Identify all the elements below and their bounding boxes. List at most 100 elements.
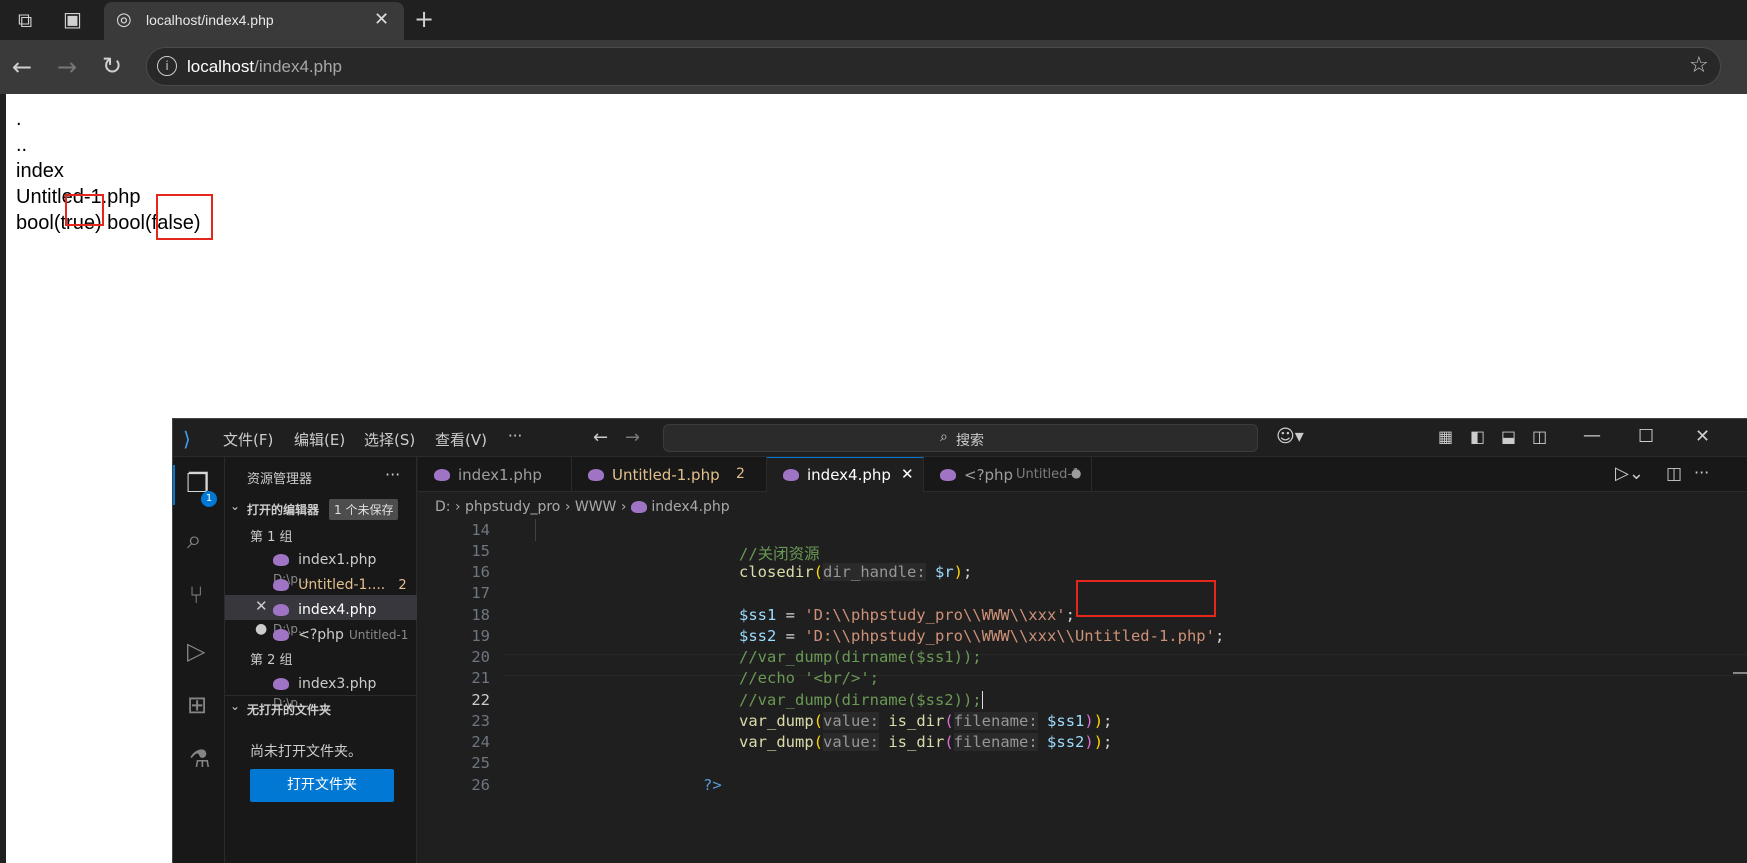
search-label: 搜索 [956, 433, 984, 449]
close-tab-icon[interactable]: ✕ [374, 9, 389, 30]
toggle-panel-icon[interactable]: ⬓ [1501, 427, 1516, 446]
copilot-icon[interactable]: ☺▾ [1276, 426, 1304, 447]
group-label: 第 1 组 [250, 530, 293, 545]
close-window-icon[interactable]: ✕ [1695, 426, 1710, 447]
dir-entry: .. [16, 134, 28, 156]
new-tab-icon[interactable]: + [414, 7, 434, 31]
code-line: var_dump(value: is_dir(filename: $ss1)); [739, 712, 1113, 730]
breadcrumb-item[interactable]: phpstudy_pro [465, 499, 560, 515]
extensions-icon[interactable]: ⊞ [187, 691, 207, 719]
vertical-tabs-icon[interactable]: ▣ [63, 9, 82, 29]
menu-view[interactable]: 查看(V) [435, 429, 487, 450]
no-folder-text: 尚未打开文件夹。 [250, 744, 362, 760]
menu-more[interactable]: ··· [508, 427, 522, 445]
breadcrumb-item[interactable]: WWW [575, 499, 617, 515]
menu-file[interactable]: 文件(F) [223, 429, 273, 450]
vscode-logo-icon: ⟩ [183, 427, 191, 451]
breadcrumb-item[interactable]: D: [435, 499, 451, 515]
open-editors-title[interactable]: 打开的编辑器 [247, 501, 319, 518]
command-center-search[interactable]: ⌕ 搜索 [663, 424, 1258, 452]
tab-problem-count: 2 [736, 466, 745, 482]
site-info-icon[interactable]: i [157, 56, 177, 76]
dir-entry: . [16, 108, 22, 130]
open-editor-item[interactable]: Untitled-1.... 2 [273, 574, 417, 593]
search-view-icon[interactable]: ⌕ [187, 525, 202, 556]
forward-icon[interactable]: → [57, 55, 77, 79]
unsaved-badge: 1 个未保存 [329, 499, 399, 520]
globe-icon: ◎ [116, 9, 132, 30]
back-icon[interactable]: ← [12, 55, 32, 79]
toggle-secondary-sidebar-icon[interactable]: ◫ [1532, 427, 1547, 446]
run-debug-icon[interactable]: ▷ [187, 637, 205, 665]
explorer-more-icon[interactable]: ··· [385, 465, 400, 484]
editor-tab[interactable]: Untitled-1.php 2 [572, 457, 767, 492]
open-editor-name: index1.php [298, 552, 377, 568]
search-icon: ⌕ [940, 429, 948, 445]
favorite-star-icon[interactable]: ☆ [1689, 53, 1709, 78]
open-editor-name: index4.php [298, 602, 377, 618]
tab-title: localhost/index4.php [146, 12, 274, 28]
line-number: 26 [471, 776, 490, 794]
minimize-icon[interactable]: — [1583, 425, 1601, 446]
close-editor-icon[interactable]: ✕ [255, 597, 268, 615]
code-line: //var_dump(dirname($ss1)); [739, 648, 982, 666]
editor-tab-active[interactable]: index4.php ✕ [767, 457, 924, 493]
source-control-icon[interactable]: ⑂ [189, 581, 203, 609]
breadcrumb-item[interactable]: index4.php [651, 499, 729, 515]
line-number: 23 [471, 712, 490, 730]
maximize-icon[interactable]: ☐ [1638, 426, 1654, 447]
php-file-icon [588, 469, 604, 481]
php-file-icon [273, 553, 289, 566]
line-number: 15 [471, 542, 490, 560]
open-folder-button[interactable]: 打开文件夹 [250, 769, 394, 802]
unsaved-dot-icon: ● [255, 621, 268, 637]
split-editor-icon[interactable]: ◫ [1666, 464, 1682, 484]
highlight-false [156, 194, 213, 240]
close-tab-icon[interactable]: ✕ [901, 465, 914, 483]
line-number: 18 [471, 606, 490, 624]
editor-tab[interactable]: <?php Untitled-1 ● [924, 457, 1092, 492]
url-path: /index4.php [254, 57, 343, 76]
code-line: closedir(dir_handle: $r); [739, 563, 973, 581]
editor-tab[interactable]: index1.php [418, 457, 572, 492]
reload-icon[interactable]: ↻ [102, 54, 122, 78]
text-cursor [981, 691, 983, 709]
php-file-icon [940, 469, 956, 481]
indent-guide [535, 519, 536, 541]
open-editor-name: Untitled-1.... [298, 577, 386, 593]
open-editor-name: <?php [298, 627, 344, 643]
line-number: 25 [471, 754, 490, 772]
line-number: 14 [471, 521, 490, 539]
address-bar[interactable]: i localhost/index4.php ☆ [146, 47, 1721, 86]
line-number-current: 22 [471, 691, 490, 709]
open-editor-item[interactable]: <?php Untitled-1 [273, 624, 417, 643]
php-file-icon [273, 628, 289, 641]
line-number: 21 [471, 669, 490, 687]
nav-back-icon[interactable]: ← [593, 427, 608, 448]
code-line: $ss1 = 'D:\\phpstudy_pro\\WWW\\xxx'; [739, 606, 1075, 624]
editor-more-icon[interactable]: ··· [1694, 463, 1709, 482]
line-number: 16 [471, 563, 490, 581]
testing-icon[interactable]: ⚗ [189, 745, 211, 773]
breadcrumb: D: › phpstudy_pro › WWW › index4.php [435, 499, 730, 515]
browser-tab-active[interactable]: ◎ localhost/index4.php ✕ [104, 2, 404, 40]
unsaved-dot-icon[interactable]: ● [1071, 466, 1081, 480]
php-file-icon [630, 501, 647, 513]
php-file-icon [273, 578, 289, 591]
tab-label: Untitled-1.php [612, 466, 720, 484]
chevron-down-icon[interactable]: ⌄ [230, 499, 240, 513]
group-label: 第 2 组 [250, 653, 293, 668]
nav-forward-icon[interactable]: → [625, 427, 640, 448]
workspaces-icon[interactable]: ⧉ [18, 10, 32, 30]
line-number: 20 [471, 648, 490, 666]
run-icon[interactable]: ▷⌄ [1615, 463, 1644, 484]
menu-selection[interactable]: 选择(S) [364, 429, 415, 450]
problem-count: 2 [398, 578, 407, 593]
toggle-sidebar-icon[interactable]: ◧ [1470, 427, 1485, 446]
minimap-marker [1733, 672, 1747, 674]
chevron-down-icon[interactable]: ⌄ [230, 699, 240, 713]
code-editor[interactable] [418, 519, 1747, 863]
no-folder-title[interactable]: 无打开的文件夹 [247, 701, 331, 718]
menu-edit[interactable]: 编辑(E) [294, 429, 345, 450]
customize-layout-icon[interactable]: ▦ [1438, 427, 1453, 446]
